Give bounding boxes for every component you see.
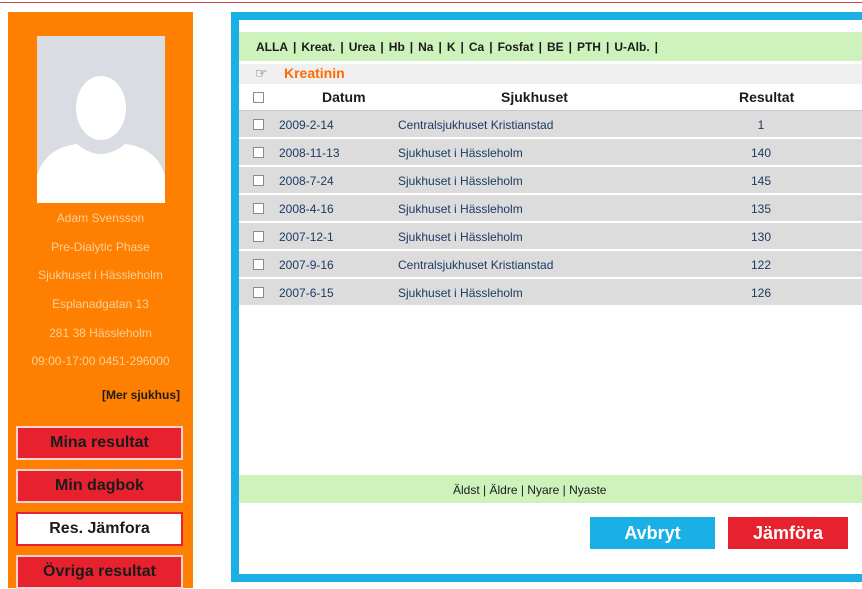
pointing-hand-icon: ☞ <box>255 65 268 81</box>
row-sjukhuset: Centralsjukhuset Kristianstad <box>398 258 554 272</box>
tab-separator: | <box>380 40 384 54</box>
row-checkbox[interactable] <box>253 287 264 298</box>
page-oldest-link[interactable]: Äldst <box>453 483 480 497</box>
row-datum: 2009-2-14 <box>279 118 334 132</box>
person-silhouette-icon <box>37 36 165 203</box>
nav-res-jamfora[interactable]: Res. Jämfora <box>16 512 183 546</box>
tab-separator: | <box>538 40 542 54</box>
results-table: 2009-2-14 Centralsjukhuset Kristianstad … <box>239 111 862 307</box>
more-hospitals-link[interactable]: [Mer sjukhus] <box>8 388 180 402</box>
table-header: Datum Sjukhuset Resultat <box>239 84 862 111</box>
row-datum: 2007-6-15 <box>279 286 334 300</box>
table-row: 2008-11-13 Sjukhuset i Hässleholm 140 <box>239 139 862 167</box>
row-resultat: 145 <box>750 174 772 188</box>
row-datum: 2008-4-16 <box>279 202 334 216</box>
column-datum: Datum <box>322 89 366 105</box>
select-all-checkbox[interactable] <box>253 92 264 103</box>
row-checkbox[interactable] <box>253 259 264 270</box>
tab-be[interactable]: BE <box>547 40 564 54</box>
row-resultat: 135 <box>750 202 772 216</box>
nav-ovriga-resultat[interactable]: Övriga resultat <box>16 555 183 589</box>
row-resultat: 122 <box>750 258 772 272</box>
compare-button[interactable]: Jämföra <box>728 517 848 549</box>
page-newer-link[interactable]: Nyare <box>527 483 559 497</box>
row-sjukhuset: Sjukhuset i Hässleholm <box>398 174 523 188</box>
row-checkbox[interactable] <box>253 203 264 214</box>
tab-u-alb[interactable]: U-Alb. <box>614 40 649 54</box>
pagination: Äldst | Äldre | Nyare | Nyaste <box>453 483 607 497</box>
nav-min-dagbok[interactable]: Min dagbok <box>16 469 183 503</box>
table-row: 2008-4-16 Sjukhuset i Hässleholm 135 <box>239 195 862 223</box>
tab-separator: | <box>568 40 572 54</box>
row-checkbox[interactable] <box>253 175 264 186</box>
patient-phase: Pre-Dialytic Phase <box>51 240 150 254</box>
section-header: ☞ Kreatinin <box>239 64 862 84</box>
row-sjukhuset: Centralsjukhuset Kristianstad <box>398 118 554 132</box>
column-sjukhuset: Sjukhuset <box>501 89 568 105</box>
row-resultat: 130 <box>750 230 772 244</box>
tab-separator: | <box>489 40 493 54</box>
tab-separator: | <box>340 40 344 54</box>
table-row: 2007-12-1 Sjukhuset i Hässleholm 130 <box>239 223 862 251</box>
lab-tabs: ALLA | Kreat. | Urea | Hb | Na | K | Ca | Fosfat | BE | PT… <box>256 40 663 54</box>
cancel-button[interactable]: Avbryt <box>590 517 715 549</box>
tab-separator: | <box>460 40 464 54</box>
tab-alla[interactable]: ALLA <box>256 40 288 54</box>
hospital-postal: 281 38 Hässleholm <box>49 326 152 340</box>
page-older-link[interactable]: Äldre <box>489 483 517 497</box>
row-sjukhuset: Sjukhuset i Hässleholm <box>398 230 523 244</box>
table-row: 2007-6-15 Sjukhuset i Hässleholm 126 <box>239 279 862 307</box>
hospital-street: Esplanadgatan 13 <box>52 297 149 311</box>
hospital-name: Sjukhuset i Hässleholm <box>38 268 163 282</box>
tab-na[interactable]: Na <box>418 40 433 54</box>
tab-hb[interactable]: Hb <box>389 40 405 54</box>
section-title: Kreatinin <box>284 65 345 81</box>
main-panel: ALLA | Kreat. | Urea | Hb | Na | K | Ca | Fosfat | BE | PT… <box>231 12 862 582</box>
column-resultat: Resultat <box>739 89 795 105</box>
row-resultat: 140 <box>750 146 772 160</box>
tab-urea[interactable]: Urea <box>349 40 376 54</box>
row-resultat: 126 <box>750 286 772 300</box>
top-divider <box>0 2 862 3</box>
tab-separator: | <box>293 40 297 54</box>
row-sjukhuset: Sjukhuset i Hässleholm <box>398 286 523 300</box>
lab-tabs-bar: ALLA | Kreat. | Urea | Hb | Na | K | Ca | Fosfat | BE | PT… <box>239 32 862 61</box>
hospital-hours-phone: 09:00-17:00 0451-296000 <box>31 354 170 368</box>
table-row: 2009-2-14 Centralsjukhuset Kristianstad … <box>239 111 862 139</box>
nav-mina-resultat[interactable]: Mina resultat <box>16 426 183 460</box>
row-datum: 2008-11-13 <box>279 146 340 160</box>
row-datum: 2008-7-24 <box>279 174 334 188</box>
tab-pth[interactable]: PTH <box>577 40 601 54</box>
tab-k[interactable]: K <box>447 40 456 54</box>
tab-separator: | <box>438 40 442 54</box>
page-newest-link[interactable]: Nyaste <box>569 483 606 497</box>
row-checkbox[interactable] <box>253 147 264 158</box>
pagination-bar: Äldst | Äldre | Nyare | Nyaste <box>239 475 862 503</box>
table-row: 2008-7-24 Sjukhuset i Hässleholm 145 <box>239 167 862 195</box>
table-row: 2007-9-16 Centralsjukhuset Kristianstad … <box>239 251 862 279</box>
tab-separator: | <box>605 40 610 54</box>
row-datum: 2007-12-1 <box>279 230 334 244</box>
row-sjukhuset: Sjukhuset i Hässleholm <box>398 202 523 216</box>
tab-separator: | <box>409 40 414 54</box>
row-resultat: 1 <box>757 118 765 132</box>
tab-kreat[interactable]: Kreat. <box>301 40 335 54</box>
row-datum: 2007-9-16 <box>279 258 334 272</box>
tab-ca[interactable]: Ca <box>469 40 484 54</box>
row-sjukhuset: Sjukhuset i Hässleholm <box>398 146 523 160</box>
patient-name: Adam Svensson <box>56 211 145 225</box>
tab-separator: | <box>654 40 659 54</box>
avatar <box>37 36 165 203</box>
row-checkbox[interactable] <box>253 119 264 130</box>
row-checkbox[interactable] <box>253 231 264 242</box>
sidebar: Adam Svensson Pre-Dialytic Phase Sjukhus… <box>8 12 193 589</box>
tab-fosfat[interactable]: Fosfat <box>498 40 534 54</box>
